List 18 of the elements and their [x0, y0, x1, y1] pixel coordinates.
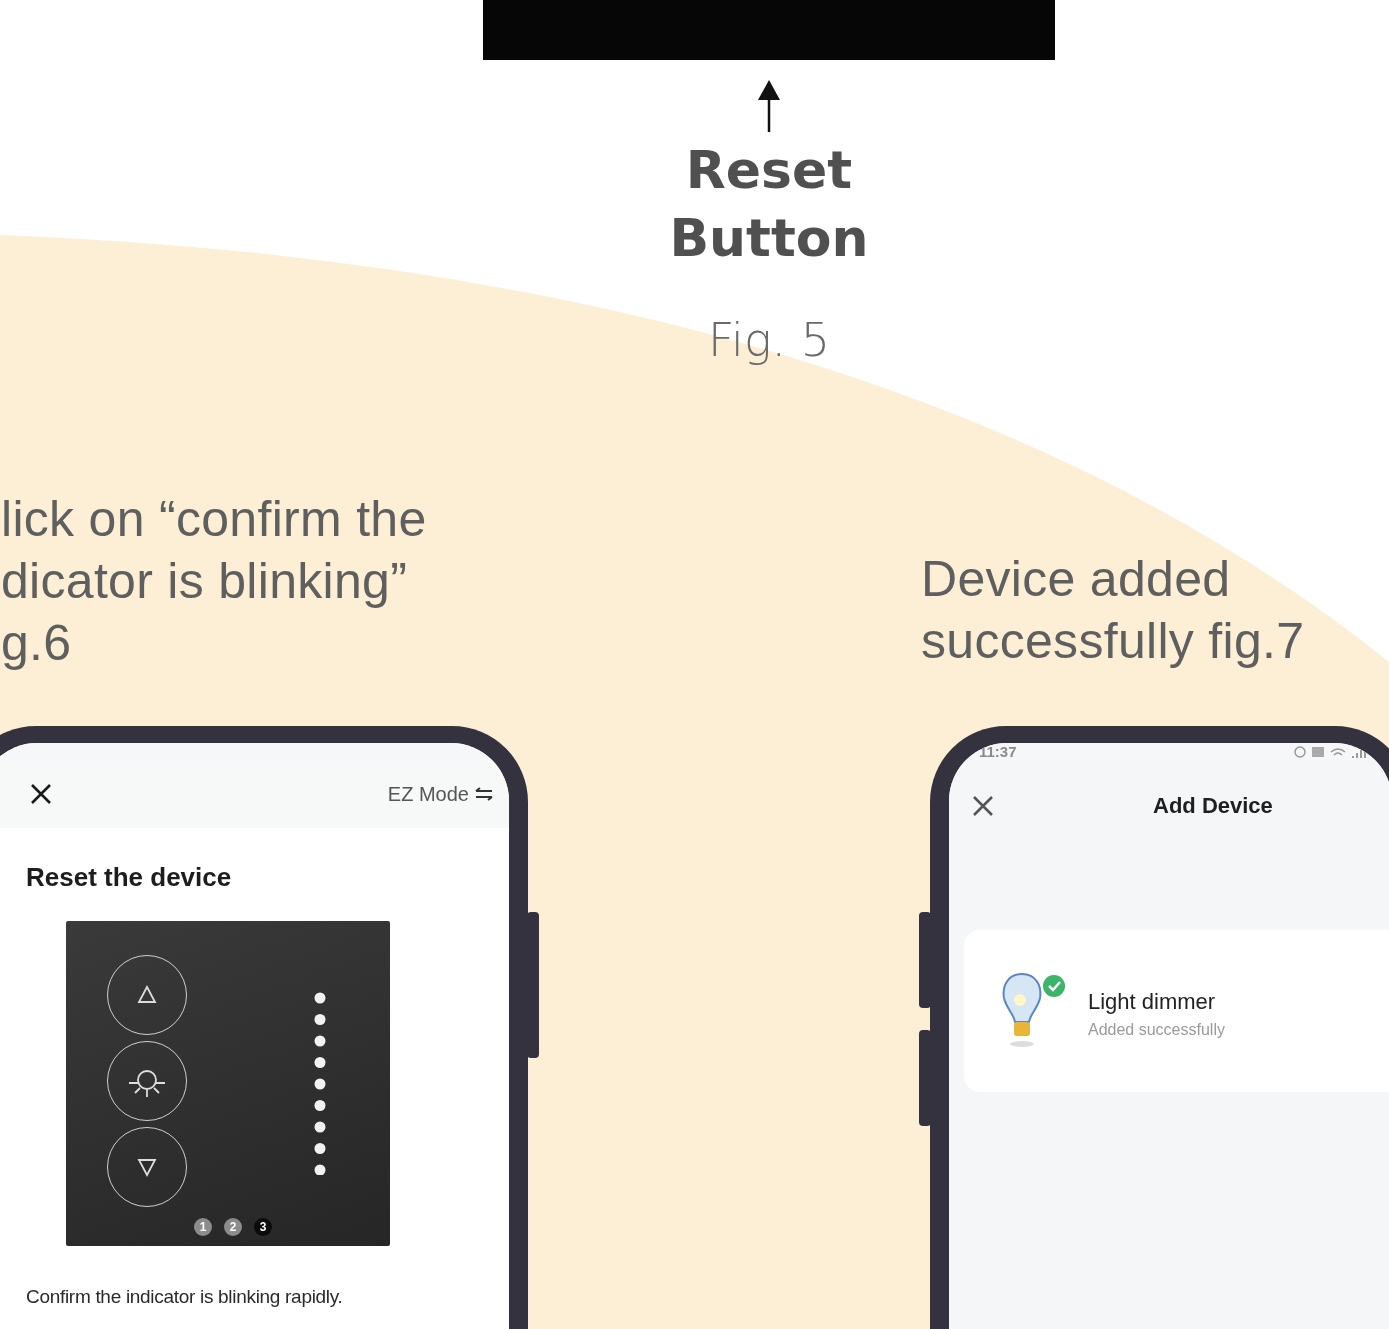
- step-text: lick on “confirm the: [1, 490, 427, 549]
- device-status: Added successfully: [1088, 1021, 1225, 1039]
- device-name: Light dimmer: [1088, 989, 1217, 1015]
- page-indicator: 1: [194, 1218, 212, 1236]
- page-indicator: 3: [254, 1218, 272, 1236]
- instruction-text: Confirm the indicator is blinking rapidly.: [26, 1286, 344, 1308]
- status-time: 11:37: [979, 743, 1017, 760]
- step-text: successfully fig.7: [921, 612, 1305, 671]
- screen-title: Reset the device: [26, 862, 233, 893]
- reset-label: Button: [669, 207, 869, 270]
- figure-caption: Fig. 5: [708, 312, 830, 368]
- step-text: dicator is blinking”: [1, 552, 409, 611]
- step-text: Device added: [921, 550, 1232, 609]
- reset-label: Reset: [685, 139, 853, 202]
- step-text: g.6: [1, 614, 73, 673]
- page-indicator: 2: [224, 1218, 242, 1236]
- mode-switch-link[interactable]: EZ Mode: [387, 782, 493, 806]
- screen-title: Add Device: [1153, 793, 1273, 819]
